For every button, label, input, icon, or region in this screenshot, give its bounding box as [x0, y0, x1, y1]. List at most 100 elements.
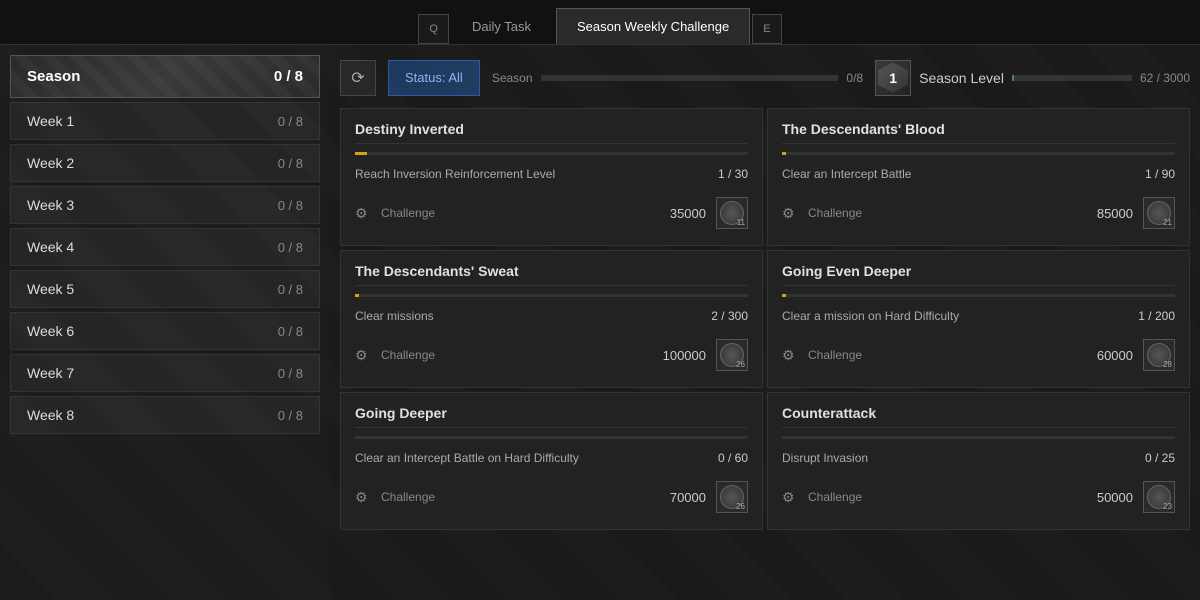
reward-amount-2: 100000 [663, 348, 706, 363]
quest-task-label-3: Clear a mission on Hard Difficulty [782, 309, 959, 323]
gear-icon-3: ⚙ [782, 347, 798, 363]
sidebar-week-3[interactable]: Week 3 0 / 8 [10, 186, 320, 224]
challenge-label-0: Challenge [381, 206, 435, 220]
quest-progress-bar-5 [782, 436, 1175, 439]
item-count-1: 21 [1163, 218, 1172, 227]
sidebar: Season 0 / 8 Week 1 0 / 8 Week 2 0 / 8 W… [0, 45, 330, 600]
quest-progress-bar-1 [782, 152, 1175, 155]
quest-task-label-1: Clear an Intercept Battle [782, 167, 911, 181]
quest-count-0: 1 / 30 [718, 167, 748, 181]
week2-count: 0 / 8 [278, 156, 303, 171]
reward-item-0: 11 [716, 197, 748, 229]
quest-title-1: The Descendants' Blood [782, 121, 1175, 144]
gear-icon-4: ⚙ [355, 489, 371, 505]
season-level-icon: 1 [875, 60, 911, 96]
quest-card-0: Destiny Inverted Reach Inversion Reinfor… [340, 108, 763, 246]
season-progress-area: Season 0/8 [492, 71, 863, 85]
item-count-4: 26 [736, 502, 745, 511]
gear-icon-1: ⚙ [782, 205, 798, 221]
quest-progress-fill-3 [782, 294, 786, 297]
season-count: 0 / 8 [274, 68, 303, 85]
quest-count-3: 1 / 200 [1138, 309, 1175, 323]
quest-title-5: Counterattack [782, 405, 1175, 428]
season-progress-text: 0/8 [846, 71, 863, 85]
sidebar-week-6[interactable]: Week 6 0 / 8 [10, 312, 320, 350]
week5-count: 0 / 8 [278, 282, 303, 297]
week1-count: 0 / 8 [278, 114, 303, 129]
quest-title-2: The Descendants' Sweat [355, 263, 748, 286]
status-filter[interactable]: Status: All [388, 60, 480, 96]
quest-task-row-2: Clear missions 2 / 300 [355, 303, 748, 329]
quest-task-row-1: Clear an Intercept Battle 1 / 90 [782, 161, 1175, 187]
week8-count: 0 / 8 [278, 408, 303, 423]
week3-count: 0 / 8 [278, 198, 303, 213]
quest-title-4: Going Deeper [355, 405, 748, 428]
week3-label: Week 3 [27, 197, 74, 213]
reward-amount-0: 35000 [670, 206, 706, 221]
quest-progress-fill-1 [782, 152, 786, 155]
quest-scroll-container[interactable]: Destiny Inverted Reach Inversion Reinfor… [340, 108, 1190, 590]
reward-amount-4: 70000 [670, 490, 706, 505]
quest-task-label-5: Disrupt Invasion [782, 451, 868, 465]
sidebar-week-8[interactable]: Week 8 0 / 8 [10, 396, 320, 434]
sidebar-week-5[interactable]: Week 5 0 / 8 [10, 270, 320, 308]
reward-item-2: 26 [716, 339, 748, 371]
tab-daily-task[interactable]: Daily Task [451, 8, 552, 44]
reward-item-1: 21 [1143, 197, 1175, 229]
week1-label: Week 1 [27, 113, 74, 129]
quest-task-label-0: Reach Inversion Reinforcement Level [355, 167, 555, 181]
reward-item-4: 26 [716, 481, 748, 513]
quest-card-2: The Descendants' Sweat Clear missions 2 … [340, 250, 763, 388]
quest-title-3: Going Even Deeper [782, 263, 1175, 286]
sidebar-week-2[interactable]: Week 2 0 / 8 [10, 144, 320, 182]
quest-reward-row-3: ⚙ Challenge 60000 28 [782, 335, 1175, 375]
gear-icon-5: ⚙ [782, 489, 798, 505]
sidebar-week-4[interactable]: Week 4 0 / 8 [10, 228, 320, 266]
q-button[interactable]: Q [418, 14, 449, 44]
challenge-label-3: Challenge [808, 348, 862, 362]
reward-amount-1: 85000 [1097, 206, 1133, 221]
quest-title-0: Destiny Inverted [355, 121, 748, 144]
quest-reward-row-0: ⚙ Challenge 35000 11 [355, 193, 748, 233]
reward-item-5: 23 [1143, 481, 1175, 513]
quest-count-4: 0 / 60 [718, 451, 748, 465]
top-nav: Q Daily Task Season Weekly Challenge E [0, 0, 1200, 45]
quest-card-4: Going Deeper Clear an Intercept Battle o… [340, 392, 763, 530]
sidebar-week-1[interactable]: Week 1 0 / 8 [10, 102, 320, 140]
sidebar-week-7[interactable]: Week 7 0 / 8 [10, 354, 320, 392]
sidebar-season[interactable]: Season 0 / 8 [10, 55, 320, 98]
season-level-track [1012, 75, 1132, 81]
panel-header: ⟳ Status: All Season 0/8 1 Season Level [340, 55, 1190, 100]
e-button[interactable]: E [752, 14, 781, 44]
week4-count: 0 / 8 [278, 240, 303, 255]
quest-card-5: Counterattack Disrupt Invasion 0 / 25 ⚙ … [767, 392, 1190, 530]
quest-progress-bar-4 [355, 436, 748, 439]
quest-progress-bar-3 [782, 294, 1175, 297]
status-filter-label: Status: All [405, 70, 463, 85]
quest-card-1: The Descendants' Blood Clear an Intercep… [767, 108, 1190, 246]
challenge-label-5: Challenge [808, 490, 862, 504]
quest-count-1: 1 / 90 [1145, 167, 1175, 181]
refresh-button[interactable]: ⟳ [340, 60, 376, 96]
season-level-label: Season Level [919, 70, 1004, 86]
tab-weekly-challenge[interactable]: Season Weekly Challenge [556, 8, 750, 44]
challenge-label-1: Challenge [808, 206, 862, 220]
gear-icon-2: ⚙ [355, 347, 371, 363]
season-label: Season [27, 68, 80, 85]
item-count-3: 28 [1163, 360, 1172, 369]
level-icon-num: 1 [889, 70, 897, 86]
quest-grid: Destiny Inverted Reach Inversion Reinfor… [340, 108, 1190, 530]
reward-amount-5: 50000 [1097, 490, 1133, 505]
quest-task-label-2: Clear missions [355, 309, 434, 323]
quest-card-3: Going Even Deeper Clear a mission on Har… [767, 250, 1190, 388]
quest-progress-bar-2 [355, 294, 748, 297]
week2-label: Week 2 [27, 155, 74, 171]
quest-task-label-4: Clear an Intercept Battle on Hard Diffic… [355, 451, 579, 465]
quest-reward-row-1: ⚙ Challenge 85000 21 [782, 193, 1175, 233]
quest-progress-fill-2 [355, 294, 359, 297]
item-count-0: 11 [737, 218, 745, 227]
week8-label: Week 8 [27, 407, 74, 423]
season-level-area: 1 Season Level 62 / 3000 [875, 60, 1190, 96]
gear-icon-0: ⚙ [355, 205, 371, 221]
quest-reward-row-2: ⚙ Challenge 100000 26 [355, 335, 748, 375]
